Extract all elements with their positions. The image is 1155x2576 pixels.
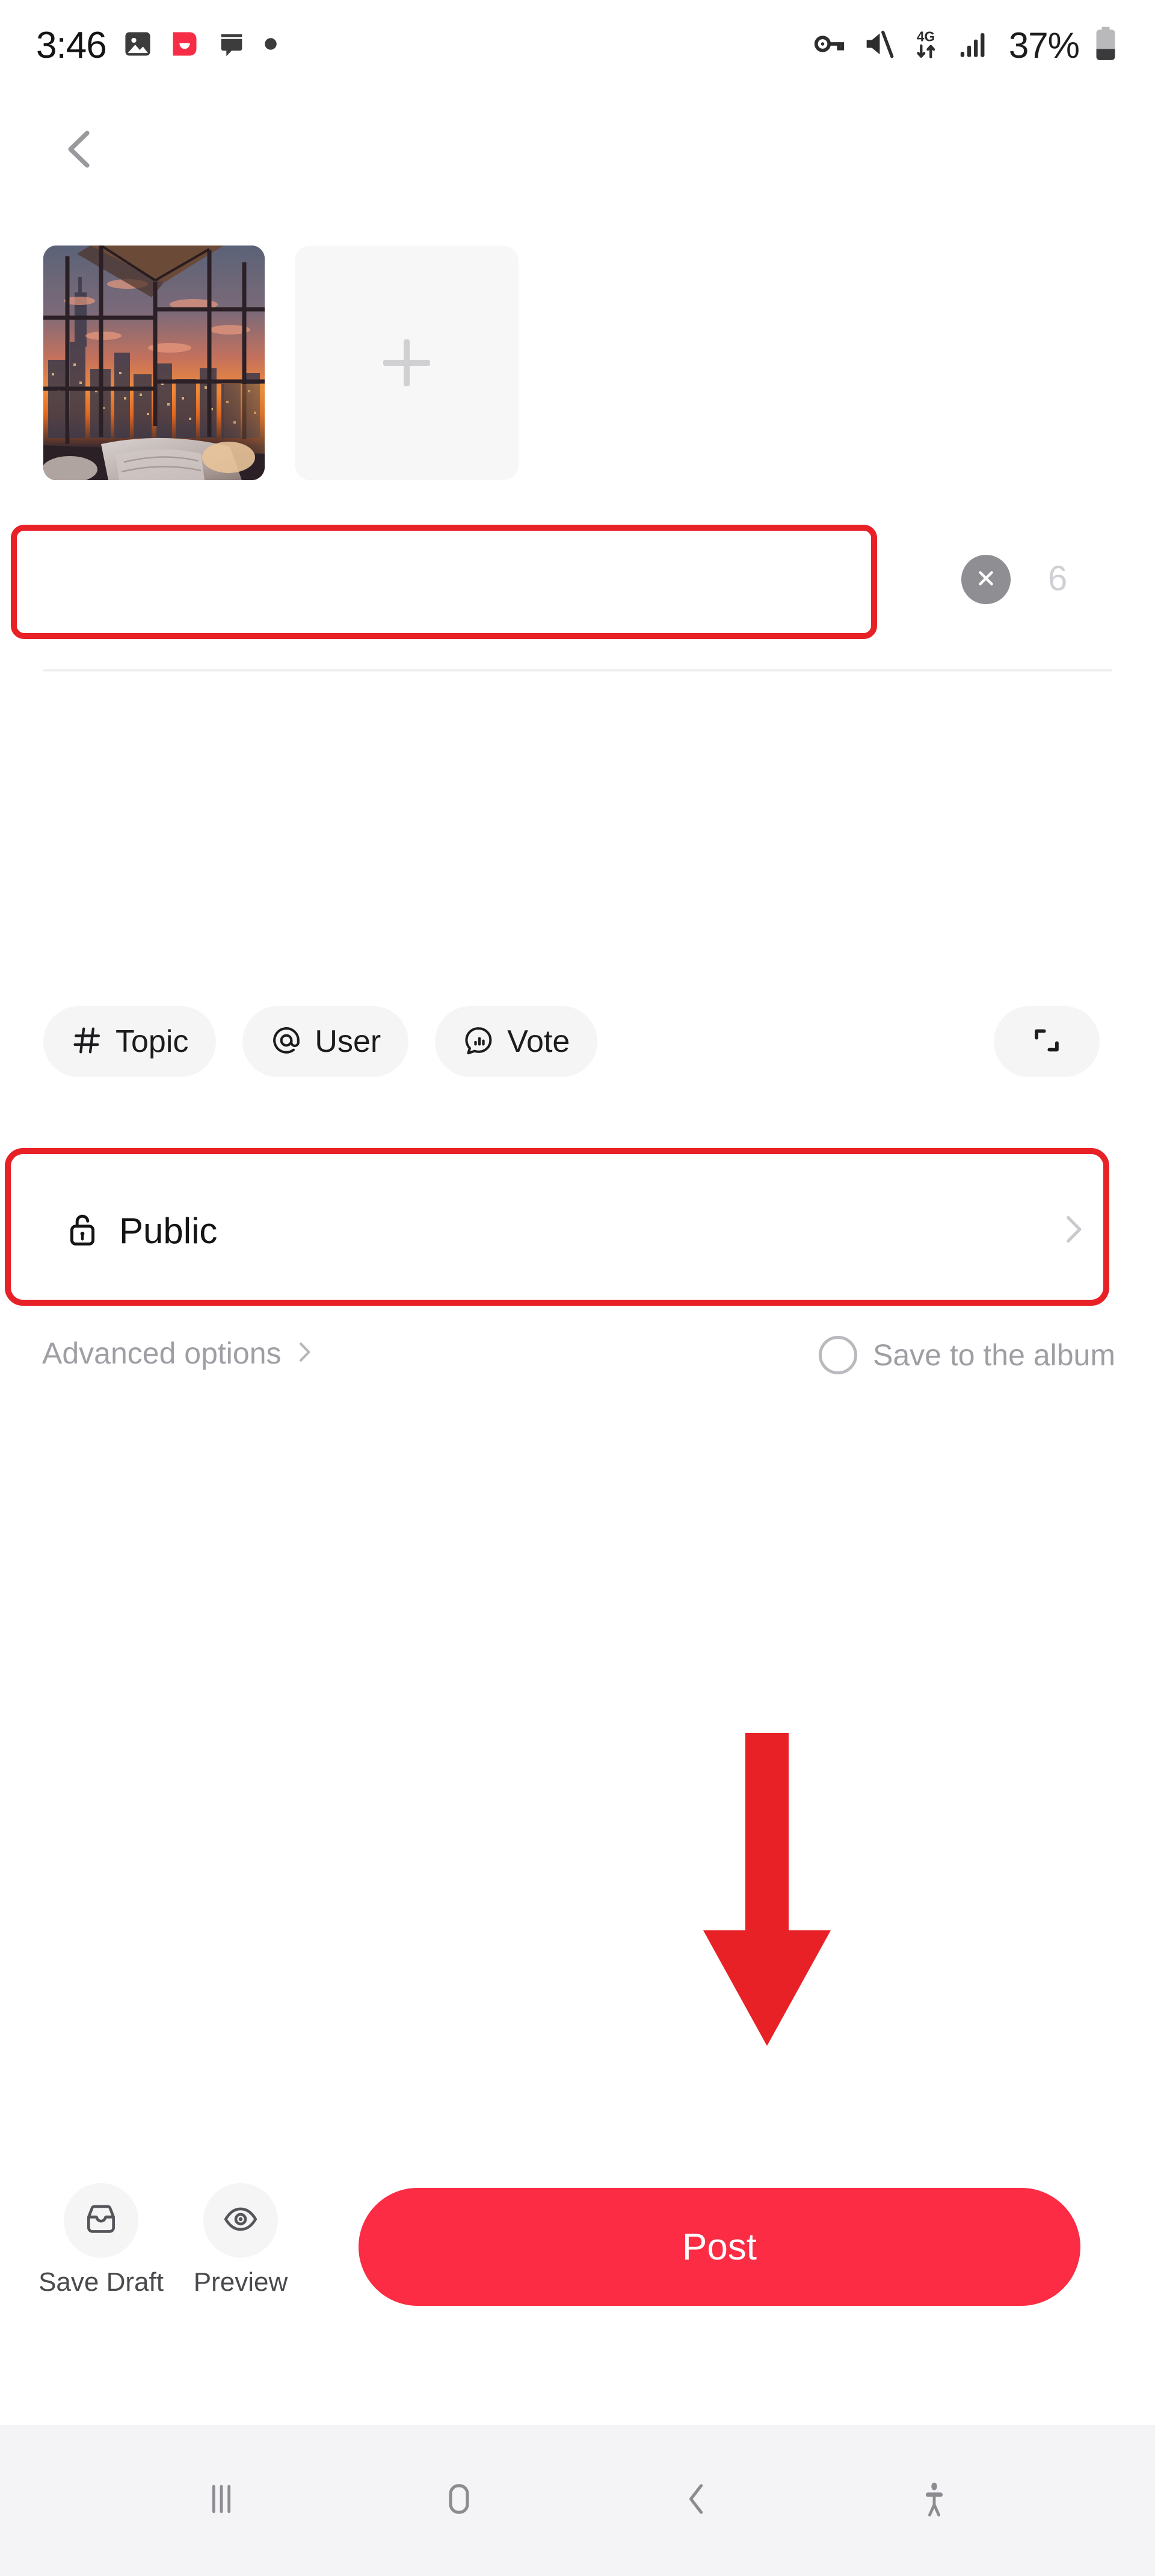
thumbnail-image [43,246,265,480]
post-composer-screen: 3:46 4G 37% 6 Topic User Vote Public Adv… [0,0,1155,2576]
chip-vote[interactable]: Vote [435,1006,598,1077]
back-button[interactable] [47,117,113,184]
home-icon [436,2476,482,2525]
photo-icon [122,28,153,63]
status-bar-clock: 3:46 [36,24,107,66]
post-button[interactable]: Post [359,2188,1080,2306]
signal-bars-icon [957,26,992,64]
status-bar-left: 3:46 [36,24,279,67]
add-image-button[interactable] [295,246,519,480]
insert-chip-row: Topic User Vote [43,1006,598,1077]
status-bar-right: 4G 37% [812,25,1119,66]
chip-user-label: User [315,1024,381,1059]
save-to-album-label: Save to the album [872,1338,1115,1372]
clear-title-button[interactable] [961,555,1011,604]
svg-text:4G: 4G [917,28,935,44]
advanced-options-label: Advanced options [42,1336,282,1370]
save-draft-icon-circle [64,2183,138,2258]
chip-user[interactable]: User [242,1006,409,1077]
advanced-options-button[interactable]: Advanced options [42,1336,318,1371]
recents-button[interactable] [176,2456,266,2546]
visibility-label: Public [119,1210,218,1251]
chip-vote-label: Vote [507,1024,570,1059]
visibility-row[interactable]: Public [0,1155,1155,1306]
home-button[interactable] [414,2456,504,2546]
top-navigation [0,105,1155,190]
image-thumbnail[interactable] [43,246,265,480]
save-to-album-toggle[interactable]: Save to the album [818,1336,1115,1374]
battery-icon [1092,25,1119,66]
preview-icon-circle [203,2183,278,2258]
preview-button[interactable]: Preview [180,2183,301,2297]
expand-corners-icon [1029,1023,1064,1061]
visibility-row-inner[interactable]: Public [24,1155,1131,1306]
chevron-right-icon [290,1338,318,1369]
dot-icon [263,36,279,55]
hash-icon [71,1024,103,1060]
recents-icon [199,2476,244,2525]
annotation-down-arrow [695,1733,839,2082]
close-circle-icon [973,565,999,595]
poll-bubble-icon [463,1024,495,1060]
preview-label: Preview [193,2267,288,2297]
media-strip [43,246,519,480]
volume-muted-icon [861,26,896,64]
chip-topic-label: Topic [116,1024,189,1059]
title-char-counter: 6 [1048,558,1068,598]
back-icon [674,2476,719,2525]
accessibility-button[interactable] [889,2456,979,2546]
chip-topic[interactable]: Topic [43,1006,217,1077]
chevron-right-icon [1054,1211,1091,1251]
vpn-key-icon [812,26,848,65]
unlock-icon [64,1211,101,1251]
save-to-album-radio[interactable] [818,1336,857,1374]
inbox-tray-icon [82,2201,120,2241]
android-navigation-bar [0,2425,1155,2576]
chevron-left-icon [54,123,106,178]
eye-icon [222,2201,259,2241]
title-row: 6 [0,525,1155,639]
save-draft-label: Save Draft [38,2267,164,2297]
app-smile-icon [169,28,200,63]
plus-icon [383,339,430,386]
battery-percent-label: 37% [1008,25,1080,66]
title-divider [43,669,1112,672]
back-button-nav[interactable] [651,2456,742,2546]
advanced-row: Advanced options Save to the album [0,1324,1155,1408]
chat-bubble-icon [216,28,247,63]
save-draft-button[interactable]: Save Draft [38,2183,164,2297]
title-input[interactable] [18,531,872,627]
status-bar: 3:46 4G 37% [0,0,1155,90]
expand-editor-button[interactable] [994,1006,1100,1077]
at-icon [270,1024,303,1060]
bottom-action-bar: Save Draft Preview Post [0,2172,1155,2353]
4g-data-icon: 4G [909,26,944,64]
accessibility-icon [911,2476,957,2525]
